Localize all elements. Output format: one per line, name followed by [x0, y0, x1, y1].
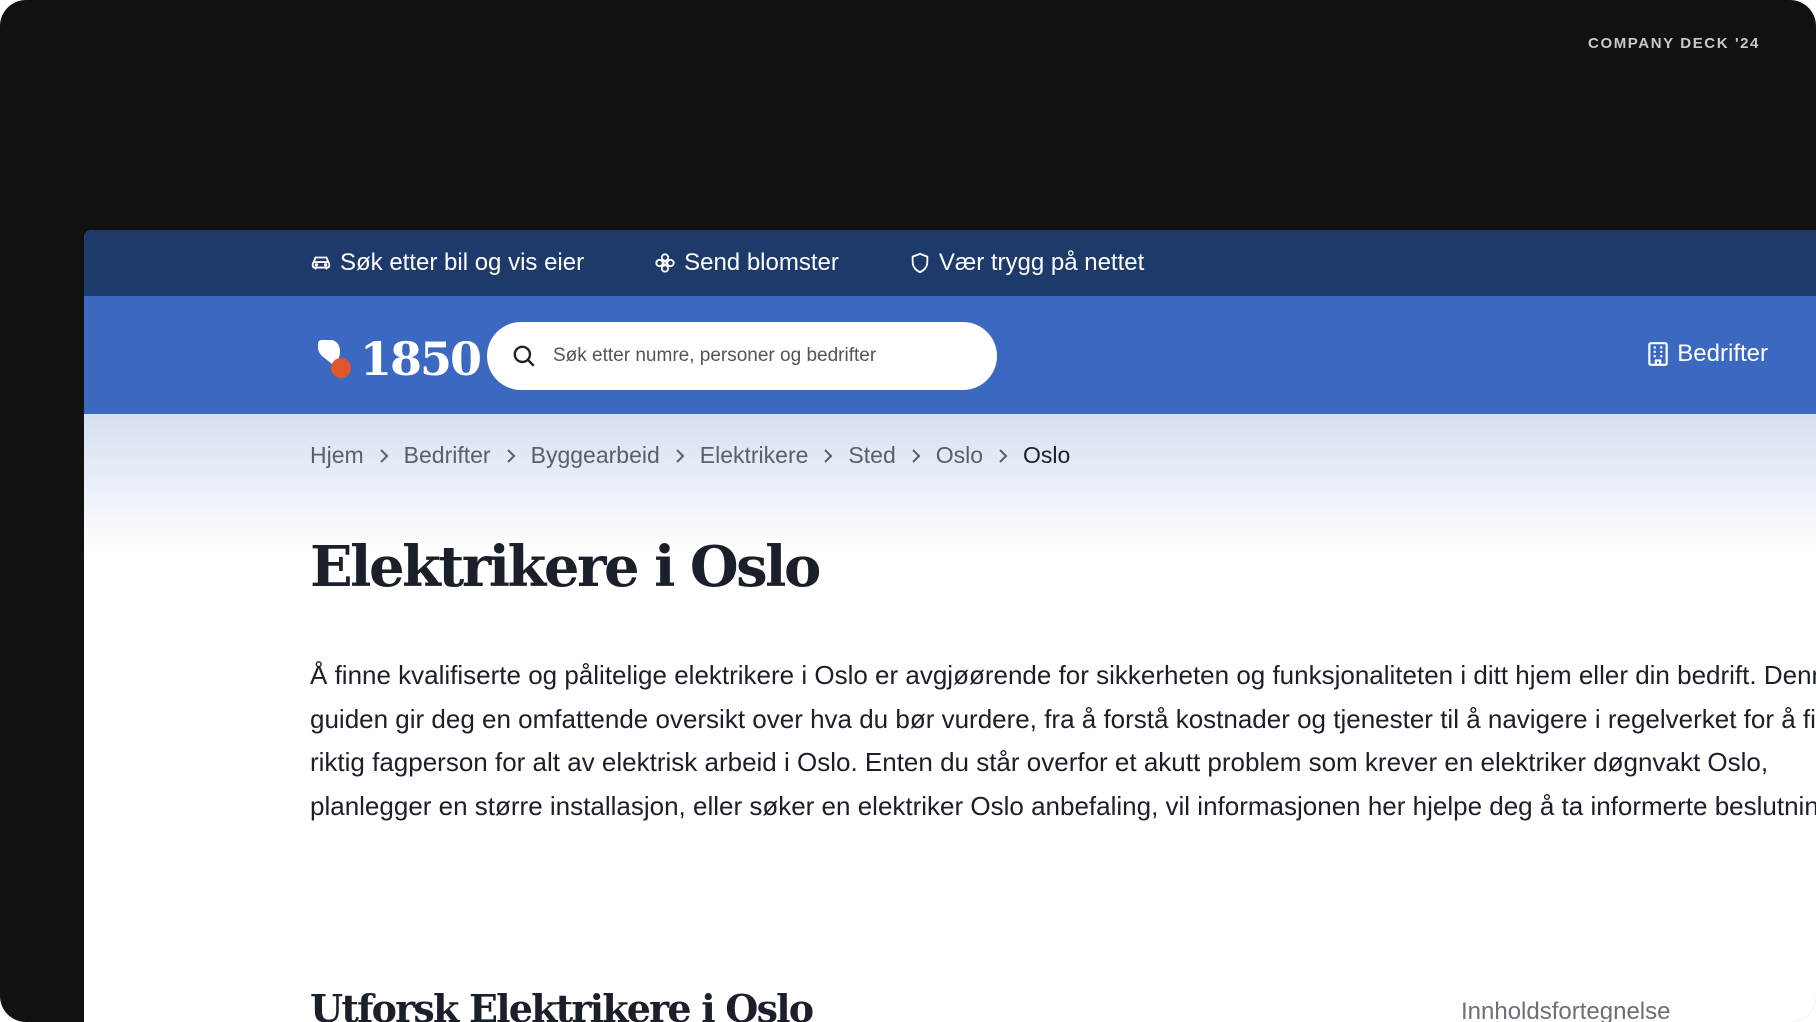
- companies-link-label: Bedrifter: [1677, 340, 1768, 367]
- site-logo[interactable]: 1850: [314, 332, 482, 386]
- search-bar[interactable]: [487, 322, 997, 390]
- companies-link[interactable]: Bedrifter: [1647, 340, 1768, 368]
- topbar-item-label: Vær trygg på nettet: [938, 249, 1145, 276]
- search-icon: [513, 345, 535, 367]
- presentation-frame: COMPANY DECK '24 Søk etter bil og vis ei…: [0, 0, 1816, 1022]
- chevron-right-icon: [505, 448, 517, 464]
- chevron-right-icon: [997, 448, 1009, 464]
- breadcrumb-item[interactable]: Oslo: [936, 442, 983, 469]
- topbar-item-label: Send blomster: [684, 249, 839, 276]
- topbar-safety-link[interactable]: Vær trygg på nettet: [909, 249, 1144, 277]
- deck-label: COMPANY DECK '24: [1588, 35, 1760, 52]
- website-window: Søk etter bil og vis eier Send blomster …: [84, 230, 1816, 1022]
- intro-paragraph: Å finne kvalifiserte og pålitelige elekt…: [310, 660, 1816, 821]
- breadcrumb-item[interactable]: Bedrifter: [404, 442, 491, 469]
- chevron-right-icon: [910, 448, 922, 464]
- page-content: Hjem Bedrifter Byggearbeid Elektrikere S…: [84, 414, 1816, 1022]
- topbar-flowers-link[interactable]: Send blomster: [654, 249, 839, 277]
- car-icon: [311, 256, 331, 270]
- flower-icon: [655, 253, 675, 273]
- table-of-contents-label[interactable]: Innholdsfortegnelse: [1461, 998, 1670, 1022]
- chevron-right-icon: [674, 448, 686, 464]
- topbar-car-search-link[interactable]: Søk etter bil og vis eier: [310, 249, 584, 277]
- breadcrumb-item[interactable]: Byggearbeid: [531, 442, 660, 469]
- logo-text: 1850: [360, 332, 482, 386]
- breadcrumb-item[interactable]: Sted: [848, 442, 895, 469]
- chevron-right-icon: [822, 448, 834, 464]
- topbar-item-label: Søk etter bil og vis eier: [340, 249, 585, 276]
- top-utility-bar: Søk etter bil og vis eier Send blomster …: [84, 230, 1816, 296]
- logo-mark-icon: [318, 340, 351, 378]
- main-header: 1850 Bedrifter: [84, 296, 1816, 414]
- breadcrumb-current: Oslo: [1023, 442, 1071, 468]
- search-input[interactable]: [551, 344, 955, 368]
- breadcrumb-item[interactable]: Elektrikere: [700, 442, 809, 469]
- building-icon: [1648, 342, 1669, 366]
- breadcrumb-item[interactable]: Hjem: [310, 442, 364, 469]
- shield-icon: [911, 252, 929, 274]
- page-title: Elektrikere i Oslo: [310, 534, 821, 600]
- section-title: Utforsk Elektrikere i Oslo: [310, 986, 814, 1022]
- breadcrumb: Hjem Bedrifter Byggearbeid Elektrikere S…: [310, 442, 1070, 469]
- chevron-right-icon: [378, 448, 390, 464]
